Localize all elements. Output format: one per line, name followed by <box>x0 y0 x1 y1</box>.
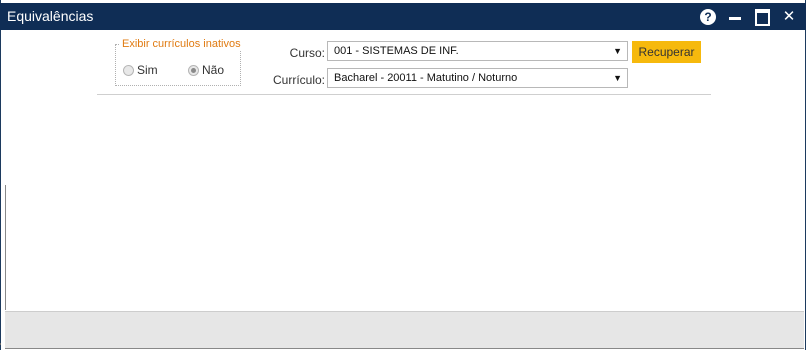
close-button[interactable]: ✕ <box>780 8 798 26</box>
curso-select[interactable]: 001 - SISTEMAS DE INF. ▼ <box>327 41 628 61</box>
radio-sim-indicator[interactable] <box>123 64 134 76</box>
curriculo-select[interactable]: Bacharel - 20011 - Matutino / Noturno ▼ <box>327 68 628 88</box>
help-icon: ? <box>700 9 716 25</box>
minimize-button[interactable] <box>726 8 744 26</box>
window-bottom-border <box>5 348 804 349</box>
window-corner-mark <box>0 343 1 345</box>
curriculo-select-value: Bacharel - 20011 - Matutino / Noturno <box>334 72 518 84</box>
radio-nao[interactable]: Não <box>188 63 224 77</box>
inactive-curricula-legend: Exibir currículos inativos <box>119 38 244 50</box>
curriculo-dropdown-arrow-icon: ▼ <box>613 73 622 83</box>
radio-nao-indicator[interactable] <box>188 64 199 76</box>
curso-select-value: 001 - SISTEMAS DE INF. <box>334 45 459 57</box>
title-bar: Equivalências ? ✕ <box>0 3 806 30</box>
radio-sim[interactable]: Sim <box>123 63 158 77</box>
radio-nao-label: Não <box>202 63 225 77</box>
form-divider <box>97 94 711 95</box>
title-bar-controls: ? ✕ <box>690 8 798 26</box>
minimize-icon <box>729 16 741 20</box>
content-area: Exibir currículos inativos Sim Não Curso… <box>5 30 803 312</box>
curriculo-label: Currículo: <box>272 73 325 87</box>
curso-label: Curso: <box>289 46 325 60</box>
curso-dropdown-arrow-icon: ▼ <box>613 46 622 56</box>
close-icon: ✕ <box>782 8 796 25</box>
radio-sim-label: Sim <box>137 63 158 77</box>
maximize-icon <box>754 8 770 26</box>
window-title: Equivalências <box>7 8 94 24</box>
footer-bar <box>5 311 804 349</box>
help-button[interactable]: ? <box>699 8 717 26</box>
maximize-button[interactable] <box>753 8 771 26</box>
content-left-border <box>5 185 6 310</box>
recuperar-button[interactable]: Recuperar <box>632 41 701 63</box>
